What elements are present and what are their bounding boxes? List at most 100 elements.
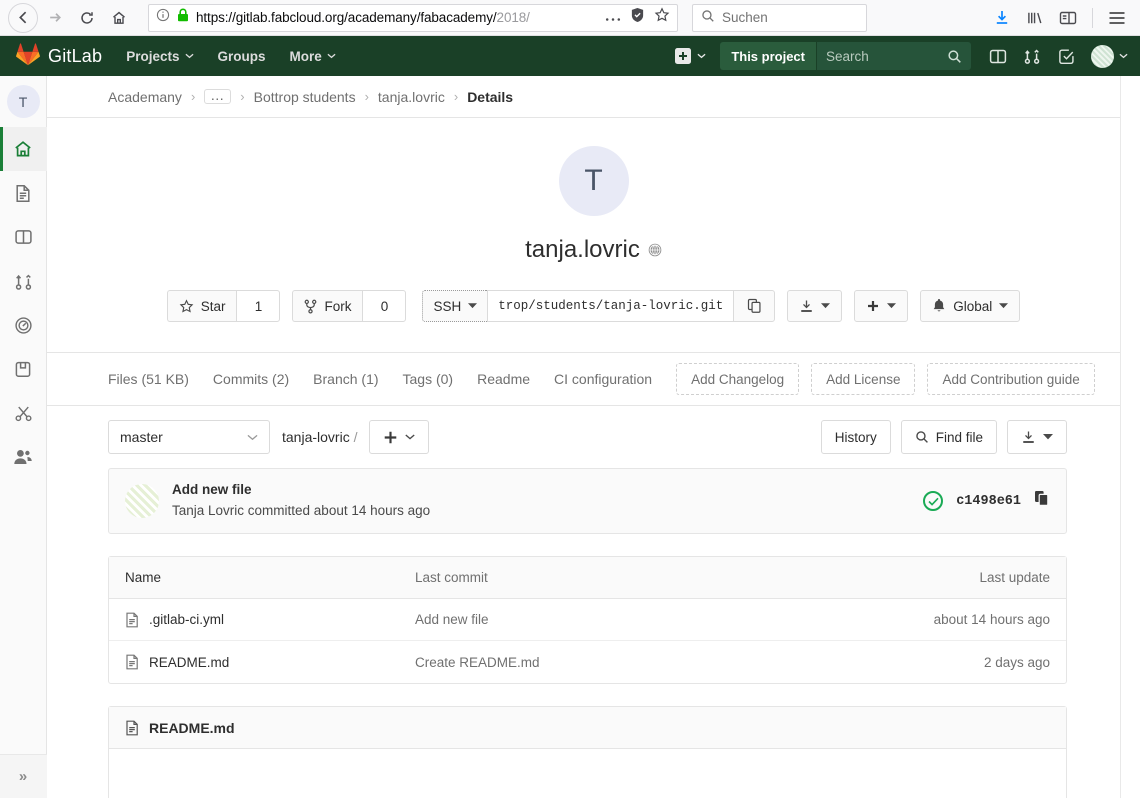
table-row[interactable]: .gitlab-ci.yml Add new file about 14 hou… — [109, 599, 1066, 641]
sidebar-item-registry[interactable] — [0, 347, 47, 391]
add-file-button[interactable] — [369, 420, 430, 454]
global-search[interactable]: This project Search — [720, 42, 971, 70]
fork-button[interactable]: Fork — [292, 290, 363, 322]
tab-readme[interactable]: Readme — [465, 371, 542, 387]
merge-requests-icon[interactable] — [1015, 39, 1049, 73]
reload-icon[interactable] — [72, 3, 102, 33]
commit-message[interactable]: Add new file — [172, 480, 430, 501]
branch-selector[interactable]: master — [108, 420, 270, 454]
tab-files[interactable]: Files (51 KB) — [108, 371, 201, 387]
clone-url-input[interactable]: trop/students/tanja-lovric.git — [487, 290, 734, 322]
sidebar-item-members[interactable] — [0, 435, 47, 479]
gitlab-wordmark: GitLab — [48, 45, 103, 66]
file-icon — [125, 654, 139, 670]
file-name: .gitlab-ci.yml — [149, 612, 225, 627]
gitlab-logo-link[interactable]: GitLab — [16, 43, 102, 69]
tab-tags[interactable]: Tags (0) — [391, 371, 466, 387]
sidebar-expand-button[interactable]: » — [0, 754, 47, 798]
main-content: Academany › … › Bottrop students › tanja… — [47, 76, 1140, 798]
file-name-cell[interactable]: README.md — [125, 654, 415, 670]
clone-protocol-dropdown[interactable]: SSH — [422, 290, 488, 322]
commit-sha[interactable]: c1498e61 — [956, 494, 1021, 509]
file-name-cell[interactable]: .gitlab-ci.yml — [125, 612, 415, 628]
shield-icon[interactable] — [630, 7, 645, 28]
breadcrumb-item-bottrop-students[interactable]: Bottrop students — [254, 89, 356, 105]
star-button[interactable]: Star — [166, 290, 237, 322]
fork-label: Fork — [324, 298, 352, 314]
issues-boards-icon[interactable] — [981, 39, 1015, 73]
nav-projects-label: Projects — [126, 48, 180, 64]
add-license-button[interactable]: Add License — [811, 363, 916, 395]
user-avatar[interactable] — [1091, 44, 1114, 68]
sidebar-item-project-home[interactable] — [0, 127, 47, 171]
forward-arrow-icon[interactable] — [40, 3, 70, 33]
add-changelog-button[interactable]: Add Changelog — [676, 363, 800, 395]
repo-path-root[interactable]: tanja-lovric — [282, 429, 350, 445]
sidebar-item-merge-requests[interactable] — [0, 259, 47, 303]
back-arrow-icon[interactable] — [8, 2, 38, 33]
download-icon — [801, 300, 813, 312]
add-contribution-guide-button[interactable]: Add Contribution guide — [927, 363, 1095, 395]
copy-sha-button[interactable] — [1034, 490, 1050, 512]
notification-settings-button[interactable]: Global — [920, 290, 1021, 322]
star-count[interactable]: 1 — [236, 290, 281, 322]
chevron-down-icon — [468, 303, 478, 309]
globe-icon — [648, 243, 662, 257]
breadcrumb-ellipsis-button[interactable]: … — [204, 88, 232, 104]
nav-groups[interactable]: Groups — [218, 49, 266, 64]
search-scope-badge[interactable]: This project — [720, 42, 816, 70]
ellipsis-icon[interactable] — [605, 9, 621, 27]
address-bar[interactable]: https://gitlab.fabcloud.org/academany/fa… — [148, 3, 678, 32]
breadcrumb-separator: › — [453, 89, 459, 104]
download-arrow-icon[interactable] — [987, 3, 1017, 33]
chevron-down-icon — [405, 434, 416, 440]
readme-header: README.md — [109, 707, 1066, 749]
merge-request-icon — [15, 274, 31, 290]
browser-search-box[interactable]: Suchen — [692, 3, 867, 32]
tab-commits[interactable]: Commits (2) — [201, 371, 301, 387]
find-file-button[interactable]: Find file — [900, 420, 997, 454]
file-last-commit[interactable]: Add new file — [415, 612, 860, 627]
sidebar-toggle-icon[interactable] — [1053, 3, 1083, 33]
nav-more[interactable]: More — [290, 49, 336, 64]
fork-count[interactable]: 0 — [362, 290, 407, 322]
download-repo-button[interactable] — [1007, 420, 1067, 454]
add-to-project-button[interactable] — [854, 290, 909, 322]
sidebar-item-repository[interactable] — [0, 171, 47, 215]
new-item-button[interactable] — [667, 48, 714, 64]
nav-projects[interactable]: Projects — [126, 48, 194, 64]
tab-branch[interactable]: Branch (1) — [301, 371, 390, 387]
nav-groups-label: Groups — [217, 48, 266, 64]
home-icon[interactable] — [104, 3, 134, 33]
tab-ci-configuration[interactable]: CI configuration — [542, 371, 664, 387]
star-icon[interactable] — [654, 7, 670, 28]
sidebar-item-snippets[interactable] — [0, 391, 47, 435]
gitlab-fox-icon — [16, 43, 40, 69]
sidebar-item-issues[interactable] — [0, 215, 47, 259]
sidebar-project-avatar[interactable]: T — [6, 85, 40, 118]
chevron-down-icon — [697, 53, 706, 59]
copy-url-button[interactable] — [733, 290, 776, 322]
check-circle-icon[interactable] — [923, 491, 944, 511]
header-last-commit: Last commit — [415, 570, 488, 585]
todos-icon[interactable] — [1049, 39, 1083, 73]
star-outline-icon — [179, 298, 194, 313]
breadcrumb-item-tanja-lovric[interactable]: tanja.lovric — [378, 89, 445, 105]
clone-protocol-label: SSH — [433, 298, 462, 314]
breadcrumb-separator: › — [364, 89, 369, 104]
history-button[interactable]: History — [820, 420, 891, 454]
chevron-down-icon — [247, 434, 258, 440]
fork-control: Fork 0 — [292, 290, 407, 322]
sidebar-item-ci-cd[interactable] — [0, 303, 47, 347]
library-icon[interactable] — [1020, 3, 1050, 33]
table-row[interactable]: README.md Create README.md 2 days ago — [109, 641, 1066, 683]
info-icon[interactable] — [156, 8, 170, 27]
plus-icon — [868, 301, 879, 311]
search-input[interactable]: Search — [816, 42, 971, 70]
hamburger-menu-icon[interactable] — [1102, 3, 1132, 33]
content-right-gutter — [1120, 76, 1140, 798]
breadcrumb-item-academany[interactable]: Academany — [108, 89, 182, 105]
download-source-button[interactable] — [787, 290, 843, 322]
file-last-commit[interactable]: Create README.md — [415, 655, 860, 670]
bell-icon — [933, 299, 945, 312]
